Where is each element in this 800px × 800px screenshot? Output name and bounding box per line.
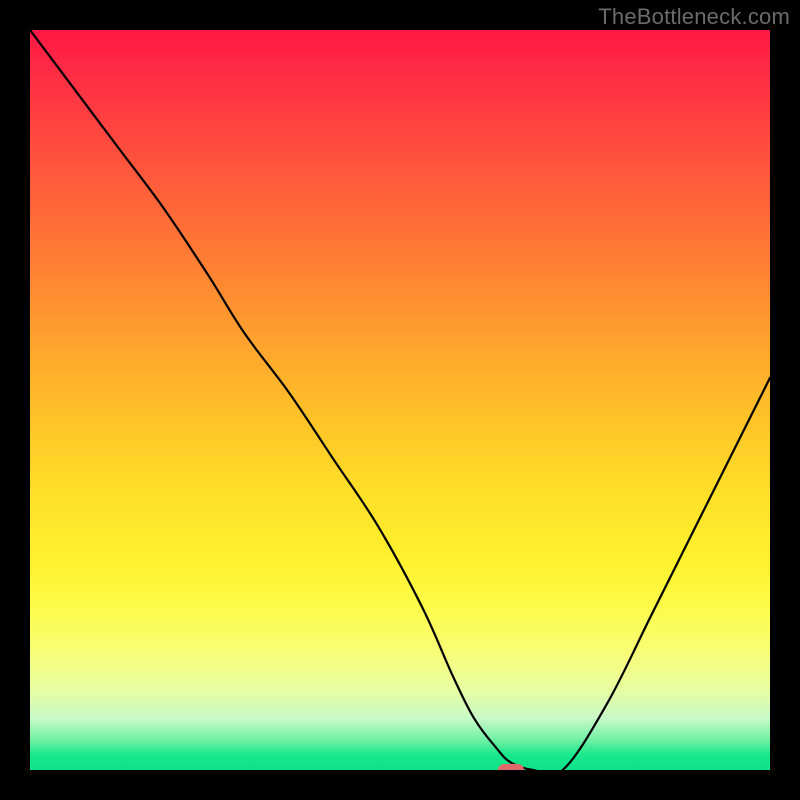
plot-area xyxy=(30,30,770,770)
minimum-marker xyxy=(498,764,524,770)
watermark-text: TheBottleneck.com xyxy=(598,4,790,30)
bottleneck-curve xyxy=(30,30,770,770)
chart-frame: TheBottleneck.com xyxy=(0,0,800,800)
